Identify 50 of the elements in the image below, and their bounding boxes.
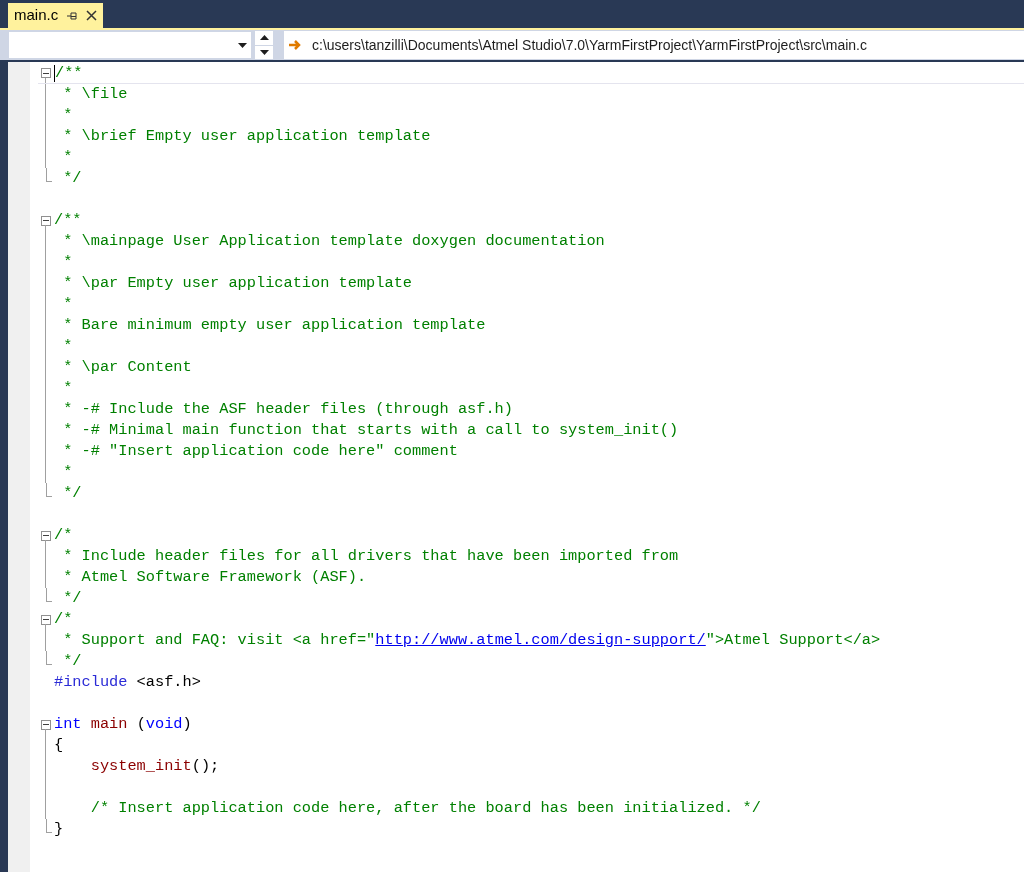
code-line: * Support and FAQ: visit <a href="http://www.atmel.com/design-support/">Atmel Support</a> xyxy=(62,630,881,651)
up-button[interactable] xyxy=(255,31,273,45)
file-tab[interactable]: main.c xyxy=(8,3,104,28)
code-line: * xyxy=(62,294,73,315)
code-line: /* xyxy=(54,609,73,630)
code-line: /** xyxy=(54,210,82,231)
collapse-icon[interactable] xyxy=(41,719,51,730)
code-line: #include <asf.h> xyxy=(54,672,201,693)
collapse-icon[interactable] xyxy=(41,530,51,541)
text-cursor xyxy=(54,64,55,82)
code-line: * xyxy=(62,378,73,399)
code-line: */ xyxy=(62,168,82,189)
path-field[interactable]: c:\users\tanzilli\Documents\Atmel Studio\7.0\YarmFirstProject\YarmFirstProject\src\main.c xyxy=(284,31,1024,59)
collapse-icon[interactable] xyxy=(41,614,51,625)
code-link[interactable]: http://www.atmel.com/design-support/ xyxy=(375,631,706,649)
code-line: * xyxy=(62,252,73,273)
collapse-icon[interactable] xyxy=(41,215,51,226)
code-line: /** xyxy=(55,62,83,84)
code-line: * xyxy=(62,462,73,483)
code-line: /* xyxy=(54,525,73,546)
code-line: * Bare minimum empty user application template xyxy=(62,315,486,336)
code-line: */ xyxy=(62,483,82,504)
code-line: */ xyxy=(62,588,82,609)
code-line: * -# Include the ASF header files (through asf.h) xyxy=(62,399,513,420)
code-line: * xyxy=(62,105,73,126)
code-line: * Include header files for all drivers that have been imported from xyxy=(62,546,679,567)
down-button[interactable] xyxy=(255,45,273,59)
code-line: * xyxy=(62,147,73,168)
close-icon[interactable] xyxy=(86,10,98,21)
code-line: * -# Minimal main function that starts with a call to system_init() xyxy=(62,420,679,441)
caret-icon xyxy=(259,49,269,55)
up-caret-icon xyxy=(259,35,269,41)
code-line: int main (void) xyxy=(54,714,192,735)
code-line: * xyxy=(62,336,73,357)
code-line: * \file xyxy=(62,84,128,105)
arrow-right-icon xyxy=(288,39,302,51)
code-line: * \brief Empty user application template xyxy=(62,126,431,147)
code-line: system_init(); xyxy=(89,756,220,777)
code-line: */ xyxy=(62,651,82,672)
code-line: } xyxy=(54,819,64,840)
code-line: * \par Empty user application template xyxy=(62,273,412,294)
code-line: * -# "Insert application code here" comment xyxy=(62,441,458,462)
code-line: * \mainpage User Application template doxygen documentation xyxy=(62,231,605,252)
code-line: * \par Content xyxy=(62,357,192,378)
code-line: /* Insert application code here, after the board has been initialized. */ xyxy=(89,798,761,819)
pin-icon xyxy=(66,9,79,22)
code-line: { xyxy=(54,735,64,756)
code-line: * Atmel Software Framework (ASF). xyxy=(62,567,367,588)
caret-icon xyxy=(238,42,247,48)
collapse-icon[interactable] xyxy=(41,68,51,78)
